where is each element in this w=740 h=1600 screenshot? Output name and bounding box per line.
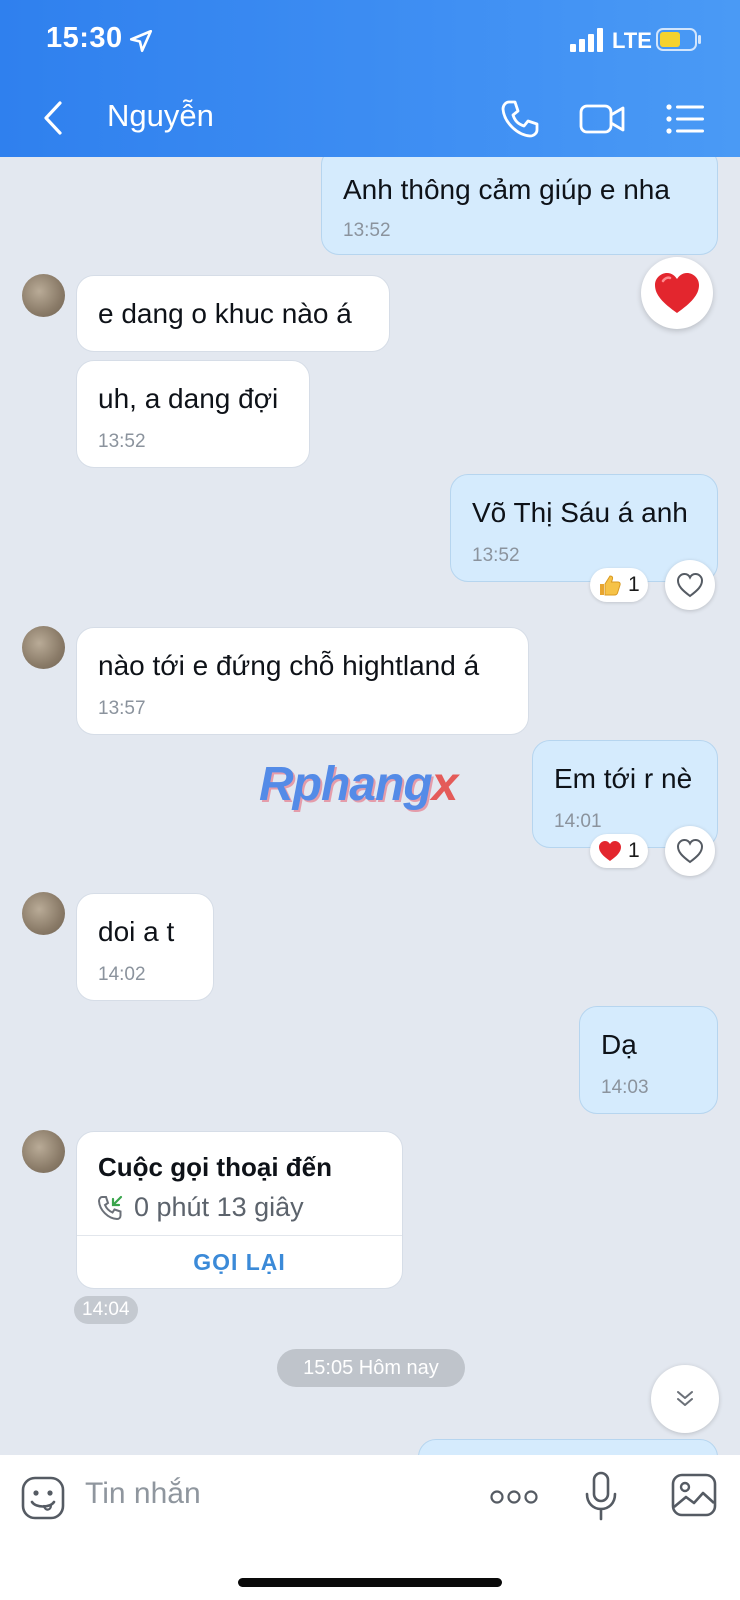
message-text: Anh thông cảm giúp e nha <box>343 174 670 205</box>
watermark-accent: x <box>431 758 459 811</box>
message-time: 14:04 <box>74 1296 138 1324</box>
microphone-icon[interactable] <box>583 1470 619 1522</box>
message-bubble-incoming[interactable]: e dang o khuc nào á <box>76 275 390 352</box>
signal-bars-icon <box>570 28 603 52</box>
avatar[interactable] <box>22 892 65 935</box>
heart-icon <box>599 841 621 861</box>
menu-list-icon[interactable] <box>663 96 709 142</box>
message-bubble-outgoing[interactable]: Anh thông cảm giúp e nha 13:52 <box>321 157 718 255</box>
call-title: Cuộc gọi thoại đến <box>98 1152 332 1182</box>
message-text: e dang o khuc nào á <box>98 298 352 329</box>
avatar[interactable] <box>22 1130 65 1173</box>
video-call-icon[interactable] <box>578 96 626 142</box>
avatar[interactable] <box>22 274 65 317</box>
date-separator: 15:05 Hôm nay <box>277 1349 465 1387</box>
avatar[interactable] <box>22 626 65 669</box>
sticker-icon[interactable] <box>20 1475 66 1521</box>
image-icon[interactable] <box>671 1473 717 1517</box>
message-time: 14:03 <box>601 1077 649 1098</box>
message-text: Em tới r nè <box>554 763 693 794</box>
call-duration: 0 phút 13 giây <box>134 1192 304 1222</box>
battery-icon <box>656 28 701 51</box>
reaction-summary[interactable]: 1 <box>590 834 648 868</box>
double-chevron-down-icon <box>677 1391 693 1406</box>
call-log-card: Cuộc gọi thoại đến 0 phút 13 giây GỌI LẠ… <box>76 1131 403 1289</box>
location-arrow-icon <box>129 29 153 53</box>
phone-icon[interactable] <box>497 96 543 142</box>
status-time: 15:30 <box>46 22 123 54</box>
conversation-title[interactable]: Nguyễn <box>107 98 214 134</box>
message-text: Dạ <box>601 1029 637 1060</box>
watermark-main: Rphang <box>259 758 433 811</box>
incoming-call-icon <box>97 1195 123 1221</box>
heart-reaction-badge[interactable] <box>641 257 713 329</box>
message-text: Võ Thị Sáu á anh <box>472 497 688 528</box>
message-text: nào tới e đứng chỗ hightland á <box>98 650 480 681</box>
heart-outline-icon <box>676 838 704 864</box>
message-bubble-outgoing[interactable]: Dạ 14:03 <box>579 1006 718 1114</box>
reaction-summary[interactable]: 1 <box>590 568 648 602</box>
like-button[interactable] <box>665 560 715 610</box>
message-text: uh, a dang đợi <box>98 383 279 414</box>
message-time: 14:02 <box>98 964 146 985</box>
message-input[interactable]: Tin nhắn <box>85 1477 201 1511</box>
network-label: LTE <box>612 28 652 53</box>
home-indicator <box>238 1578 502 1587</box>
message-text: doi a t <box>98 916 175 947</box>
back-chevron-icon[interactable] <box>38 98 68 138</box>
heart-outline-icon <box>676 572 704 598</box>
message-time: 13:52 <box>343 220 391 241</box>
message-bubble-incoming[interactable]: doi a t 14:02 <box>76 893 214 1001</box>
chat-header: 15:30 LTE Nguyễn <box>0 0 740 157</box>
message-bubble-incoming[interactable]: nào tới e đứng chỗ hightland á 13:57 <box>76 627 529 735</box>
message-bubble-incoming[interactable]: uh, a dang đợi 13:52 <box>76 360 310 468</box>
reaction-count: 1 <box>628 573 640 596</box>
watermark-logo: Rphangx <box>259 757 459 812</box>
message-time: 14:01 <box>554 811 602 832</box>
reaction-count: 1 <box>628 839 640 862</box>
message-bubble-outgoing[interactable] <box>418 1439 718 1455</box>
like-button[interactable] <box>665 826 715 876</box>
message-time: 13:52 <box>472 545 520 566</box>
thumbs-up-icon <box>600 575 621 596</box>
message-time: 13:52 <box>98 431 146 452</box>
heart-icon <box>655 273 699 313</box>
message-time: 13:57 <box>98 698 146 719</box>
message-list[interactable]: Anh thông cảm giúp e nha 13:52 e dang o … <box>0 157 740 1455</box>
scroll-to-bottom-button[interactable] <box>651 1365 719 1433</box>
call-back-button[interactable]: GỌI LẠI <box>77 1235 402 1290</box>
more-dots-icon[interactable] <box>490 1487 538 1507</box>
